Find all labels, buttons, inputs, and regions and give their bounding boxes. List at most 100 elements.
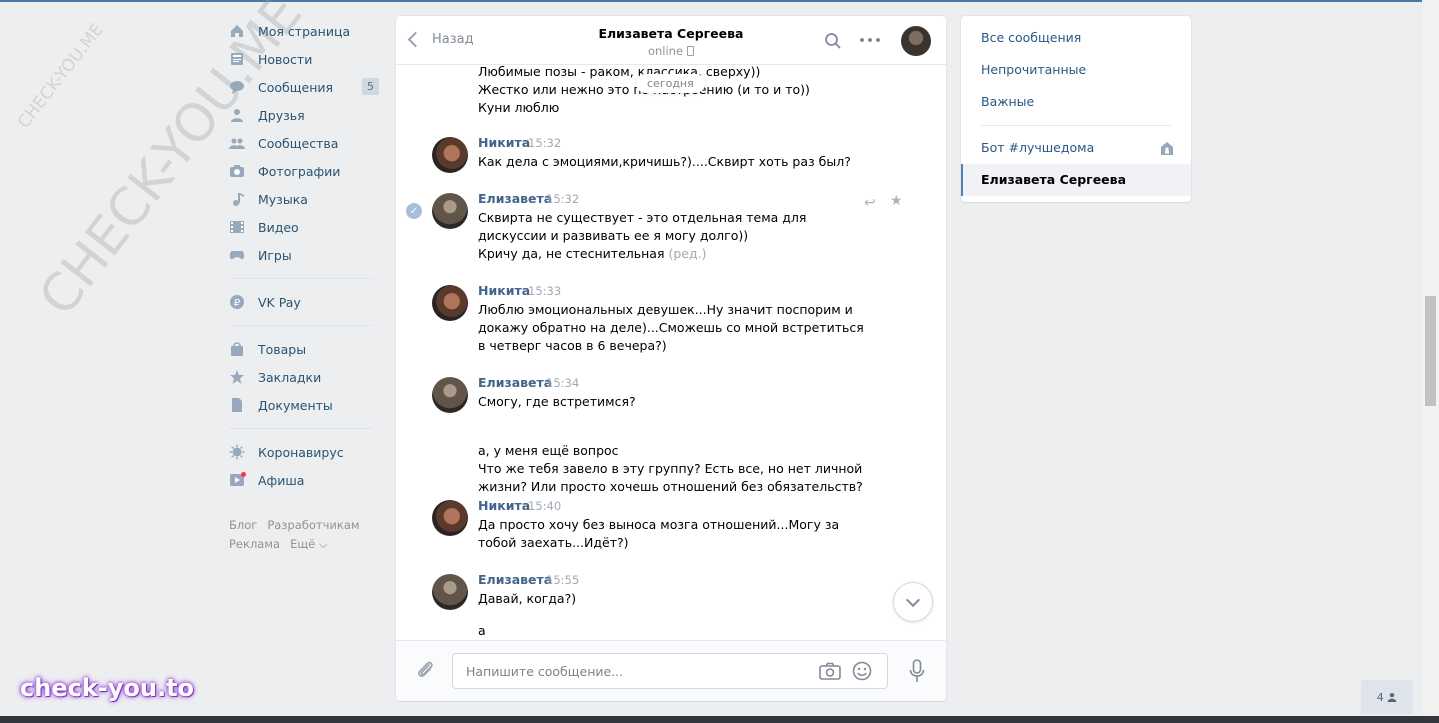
nav-label: Закладки [258, 369, 322, 385]
svg-text:₽: ₽ [234, 298, 241, 309]
shopping-bag-icon [229, 341, 245, 357]
gamepad-icon [229, 247, 245, 263]
message-author[interactable]: Никита [478, 283, 530, 298]
nav-label: Афиша [258, 472, 305, 488]
microphone-icon[interactable] [909, 659, 925, 683]
back-label: Назад [432, 32, 474, 47]
nav-friends[interactable]: Друзья [229, 101, 379, 129]
chevron-left-icon [407, 31, 424, 48]
new-indicator-dot [241, 472, 246, 477]
message-author[interactable]: Никита [478, 498, 530, 513]
chat-status: online [546, 44, 796, 58]
nav-label: Сообщения [258, 79, 334, 95]
nav-messages[interactable]: Сообщения 5 [229, 73, 379, 101]
message-time: 15:33 [528, 284, 562, 298]
avatar[interactable] [432, 574, 468, 610]
nav-communities[interactable]: Сообщества [229, 129, 379, 157]
message-text: а [478, 623, 486, 638]
star-icon[interactable]: ★ [890, 193, 903, 209]
footer-dev-link[interactable]: Разработчикам [267, 518, 359, 532]
nav-label: Фотографии [258, 163, 341, 179]
nav-label: VK Pay [258, 294, 301, 310]
contact-avatar[interactable] [901, 26, 931, 56]
avatar[interactable] [432, 137, 468, 173]
nav-label: Сообщества [258, 135, 339, 151]
nav-news[interactable]: Новости [229, 45, 379, 73]
nav-coronavirus[interactable]: Коронавирус [229, 438, 379, 466]
news-icon [229, 51, 245, 67]
message-author[interactable]: Елизавета [478, 375, 552, 390]
message-text: Как дела с эмоциями,кричишь?)....Сквирт … [478, 154, 851, 169]
messages-count-badge: 5 [362, 78, 379, 95]
camera-icon[interactable] [819, 662, 841, 680]
nav-bookmarks[interactable]: Закладки [229, 363, 379, 391]
message-text: Да просто хочу без выноса мозга отношени… [478, 517, 840, 550]
message-text: Люблю эмоциональных девушек...Ну значит … [478, 302, 864, 353]
community-lock-icon [1161, 142, 1173, 155]
virus-icon [229, 444, 245, 460]
online-count: 4 [1376, 690, 1384, 704]
footer-more-link[interactable]: Ещё ⌵ [290, 537, 328, 551]
message-author[interactable]: Никита [478, 135, 530, 150]
menu-all-messages[interactable]: Все сообщения [961, 22, 1191, 54]
nav-goods[interactable]: Товары [229, 335, 379, 363]
nav-photos[interactable]: Фотографии [229, 157, 379, 185]
edited-label: (ред.) [668, 246, 707, 261]
nav-divider [229, 428, 373, 429]
nav-documents[interactable]: Документы [229, 391, 379, 419]
messages-filter-menu: Все сообщения Непрочитанные Важные Бот #… [961, 16, 1191, 202]
date-divider: сегодня [636, 74, 705, 93]
footer-blog-link[interactable]: Блог [229, 518, 257, 532]
chat-title[interactable]: Елизавета Сергеева [546, 26, 796, 41]
nav-music[interactable]: Музыка [229, 185, 379, 213]
nav-label: Коронавирус [258, 444, 344, 460]
avatar[interactable] [432, 193, 468, 229]
message-time: 15:32 [528, 136, 562, 150]
mobile-phone-icon [687, 46, 695, 56]
nav-label: Новости [258, 51, 313, 67]
avatar[interactable] [432, 285, 468, 321]
back-button[interactable]: Назад [407, 31, 474, 48]
message-text: Давай, когда?) [478, 591, 577, 606]
chat-header: Назад Елизавета Сергеева online [396, 16, 946, 65]
menu-current-chat[interactable]: Елизавета Сергеева [961, 164, 1191, 196]
message-author[interactable]: Елизавета [478, 572, 552, 587]
nav-label: Документы [258, 397, 333, 413]
chevron-down-icon [905, 592, 921, 608]
page-scrollbar[interactable] [1422, 0, 1439, 716]
avatar[interactable] [432, 500, 468, 536]
paperclip-icon[interactable] [416, 660, 436, 682]
search-icon[interactable] [824, 32, 842, 50]
nav-afisha[interactable]: Афиша [229, 466, 379, 494]
message-history[interactable]: сегодня Любимые позы - раком, классика, … [396, 65, 946, 640]
document-icon [229, 397, 245, 413]
nav-footer: Блог Разработчикам Реклама Ещё ⌵ [229, 516, 379, 554]
message-text: Сквирта не существует - это отдельная те… [478, 209, 868, 263]
nav-divider [229, 325, 373, 326]
ruble-coin-icon: ₽ [229, 294, 245, 310]
menu-unread[interactable]: Непрочитанные [961, 54, 1191, 86]
avatar[interactable] [432, 377, 468, 413]
brand-watermark: check-you.to [20, 674, 195, 702]
film-icon [229, 219, 245, 235]
scroll-down-button[interactable] [893, 582, 933, 622]
friend-icon [229, 107, 245, 123]
smile-icon[interactable] [852, 661, 872, 681]
footer-ads-link[interactable]: Реклама [229, 537, 280, 551]
nav-label: Друзья [258, 107, 305, 123]
message-author[interactable]: Елизавета [478, 191, 552, 206]
nav-games[interactable]: Игры [229, 241, 379, 269]
menu-bot-label: Бот #лучшедома [981, 140, 1095, 155]
nav-my-page[interactable]: Моя страница [229, 17, 379, 45]
nav-label: Товары [258, 341, 307, 357]
nav-vkpay[interactable]: ₽ VK Pay [229, 288, 379, 316]
menu-important[interactable]: Важные [961, 86, 1191, 118]
nav-video[interactable]: Видео [229, 213, 379, 241]
menu-bot-chat[interactable]: Бот #лучшедома [961, 132, 1191, 164]
left-navigation: Моя страница Новости Сообщения 5 Друзья … [229, 17, 379, 554]
checkmark-icon[interactable]: ✓ [406, 203, 422, 219]
more-dots-icon[interactable] [860, 38, 880, 42]
scrollbar-thumb[interactable] [1425, 296, 1436, 406]
communities-icon [229, 135, 245, 151]
online-friends-widget[interactable]: 4 [1361, 680, 1413, 714]
